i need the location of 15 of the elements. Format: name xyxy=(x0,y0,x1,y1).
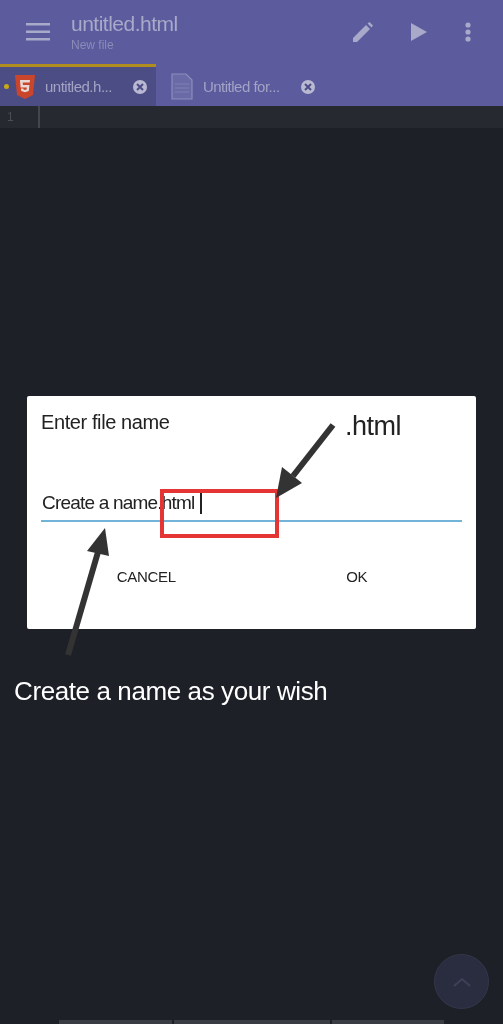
ok-button[interactable]: OK xyxy=(251,562,462,591)
html5-icon xyxy=(15,74,35,99)
close-icon[interactable] xyxy=(131,78,148,95)
dialog-title: Enter file name xyxy=(41,411,170,434)
pencil-icon[interactable] xyxy=(353,22,373,42)
annotation-caption: Create a name as your wish xyxy=(14,676,328,707)
menu-icon[interactable] xyxy=(26,23,50,41)
play-icon[interactable] xyxy=(411,23,427,41)
annotation-label: .html xyxy=(345,411,401,442)
more-icon[interactable] xyxy=(465,22,471,42)
close-icon[interactable] xyxy=(299,78,316,95)
cancel-button[interactable]: CANCEL xyxy=(41,562,252,591)
document-icon xyxy=(170,73,193,100)
chevron-up-icon xyxy=(452,976,471,987)
file-title: untitled.html xyxy=(71,12,179,36)
